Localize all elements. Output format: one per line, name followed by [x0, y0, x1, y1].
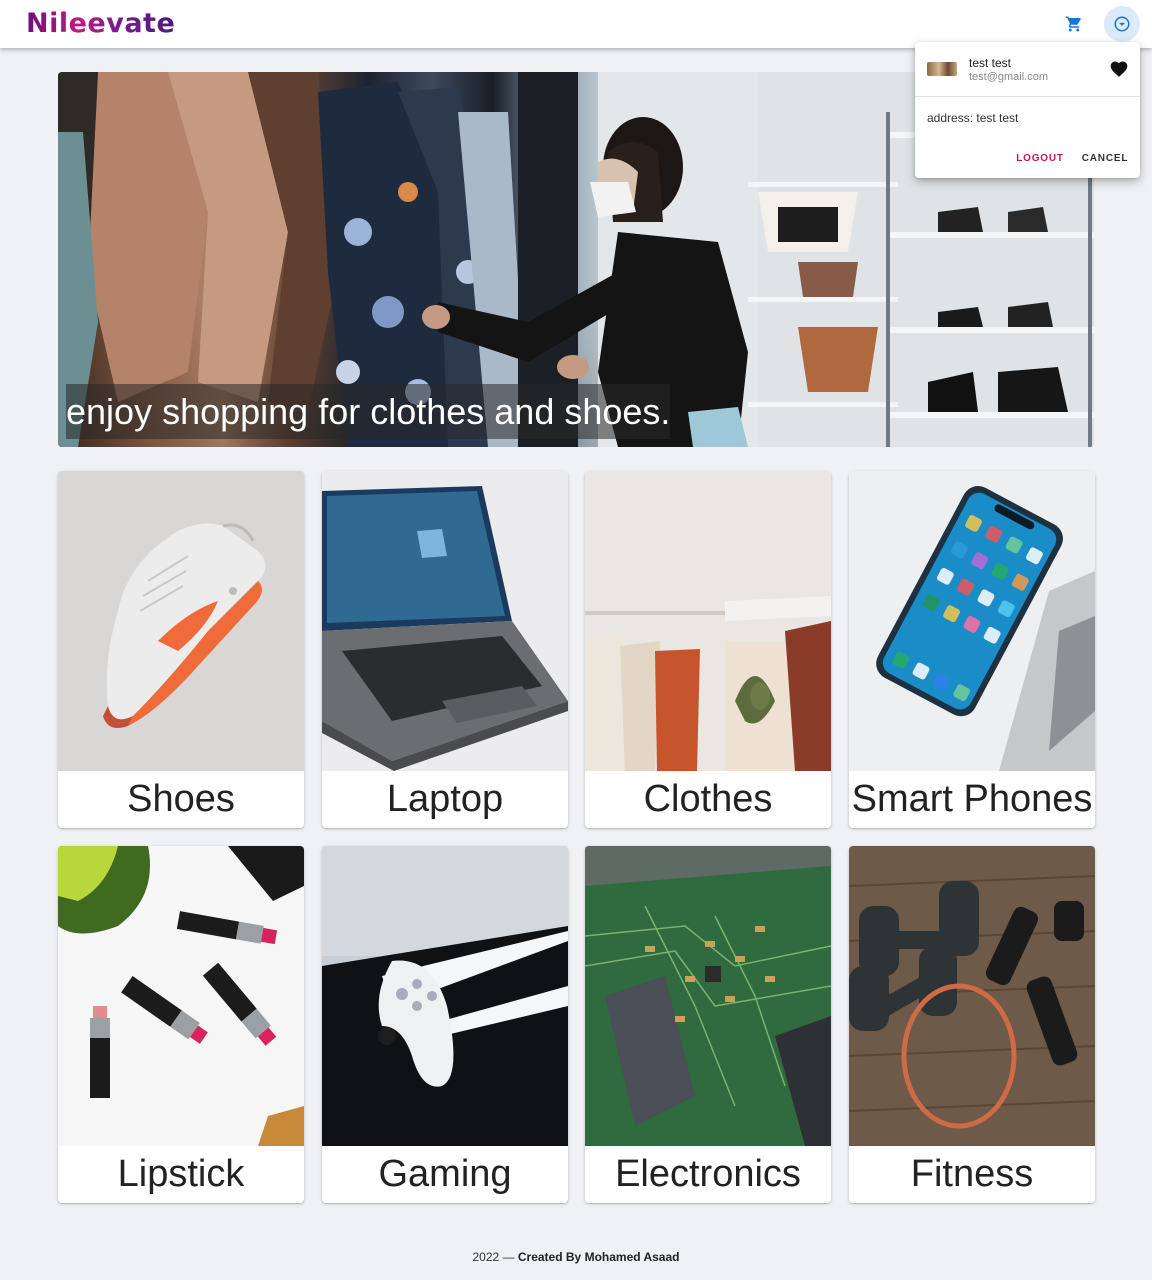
category-label: Laptop	[386, 778, 504, 820]
category-card-smart-phones[interactable]: Smart Phones	[849, 471, 1095, 828]
category-label: Electronics	[615, 1153, 801, 1195]
lipstick-image	[58, 846, 304, 1146]
user-name: test test	[969, 56, 1012, 70]
user-email: test@gmail.com	[969, 71, 1049, 83]
category-label: Shoes	[127, 778, 235, 820]
footer-separator: —	[499, 1250, 518, 1264]
category-label: Clothes	[643, 778, 773, 820]
hero-caption: enjoy shopping for clothes and shoes.	[66, 384, 671, 439]
category-card-laptop[interactable]: Laptop	[322, 471, 568, 828]
category-label: Lipstick	[117, 1153, 245, 1195]
heart-icon	[1110, 61, 1128, 77]
footer-credit: Created By Mohamed Asaad	[517, 1250, 680, 1264]
laptop-image	[322, 471, 568, 771]
smartphone-image	[849, 471, 1095, 771]
app-bar: Nileevate	[0, 0, 1152, 48]
brand-logo[interactable]: Nileevate	[26, 8, 175, 39]
category-card-lipstick[interactable]: Lipstick	[58, 846, 304, 1203]
account-menu-button[interactable]	[1104, 6, 1140, 42]
category-label: Gaming	[378, 1153, 512, 1195]
cart-button[interactable]	[1058, 8, 1090, 40]
clothes-image	[585, 471, 831, 771]
favorites-button[interactable]	[1109, 59, 1129, 79]
cart-icon	[1065, 16, 1081, 32]
category-card-clothes[interactable]: Clothes	[585, 471, 831, 828]
category-label: Smart Phones	[851, 778, 1093, 820]
gaming-image	[322, 846, 568, 1146]
category-card-shoes[interactable]: Shoes	[58, 471, 304, 828]
fitness-image	[849, 846, 1095, 1146]
footer: 2022 — Created By Mohamed Asaad	[0, 1248, 1152, 1266]
cancel-button[interactable]: CANCEL	[1077, 150, 1133, 168]
logout-button[interactable]: LOGOUT	[1013, 150, 1067, 168]
footer-year: 2022	[472, 1250, 500, 1264]
user-address: address: test test	[927, 111, 1019, 125]
category-card-fitness[interactable]: Fitness	[849, 846, 1095, 1203]
chevron-circle-icon	[1114, 16, 1130, 32]
electronics-image	[585, 846, 831, 1146]
divider	[915, 96, 1140, 97]
category-card-electronics[interactable]: Electronics	[585, 846, 831, 1203]
account-popover: test test test@gmail.com address: test t…	[915, 42, 1140, 178]
category-card-gaming[interactable]: Gaming	[322, 846, 568, 1203]
avatar	[927, 62, 957, 76]
category-label: Fitness	[910, 1153, 1034, 1195]
shoes-image	[58, 471, 304, 771]
